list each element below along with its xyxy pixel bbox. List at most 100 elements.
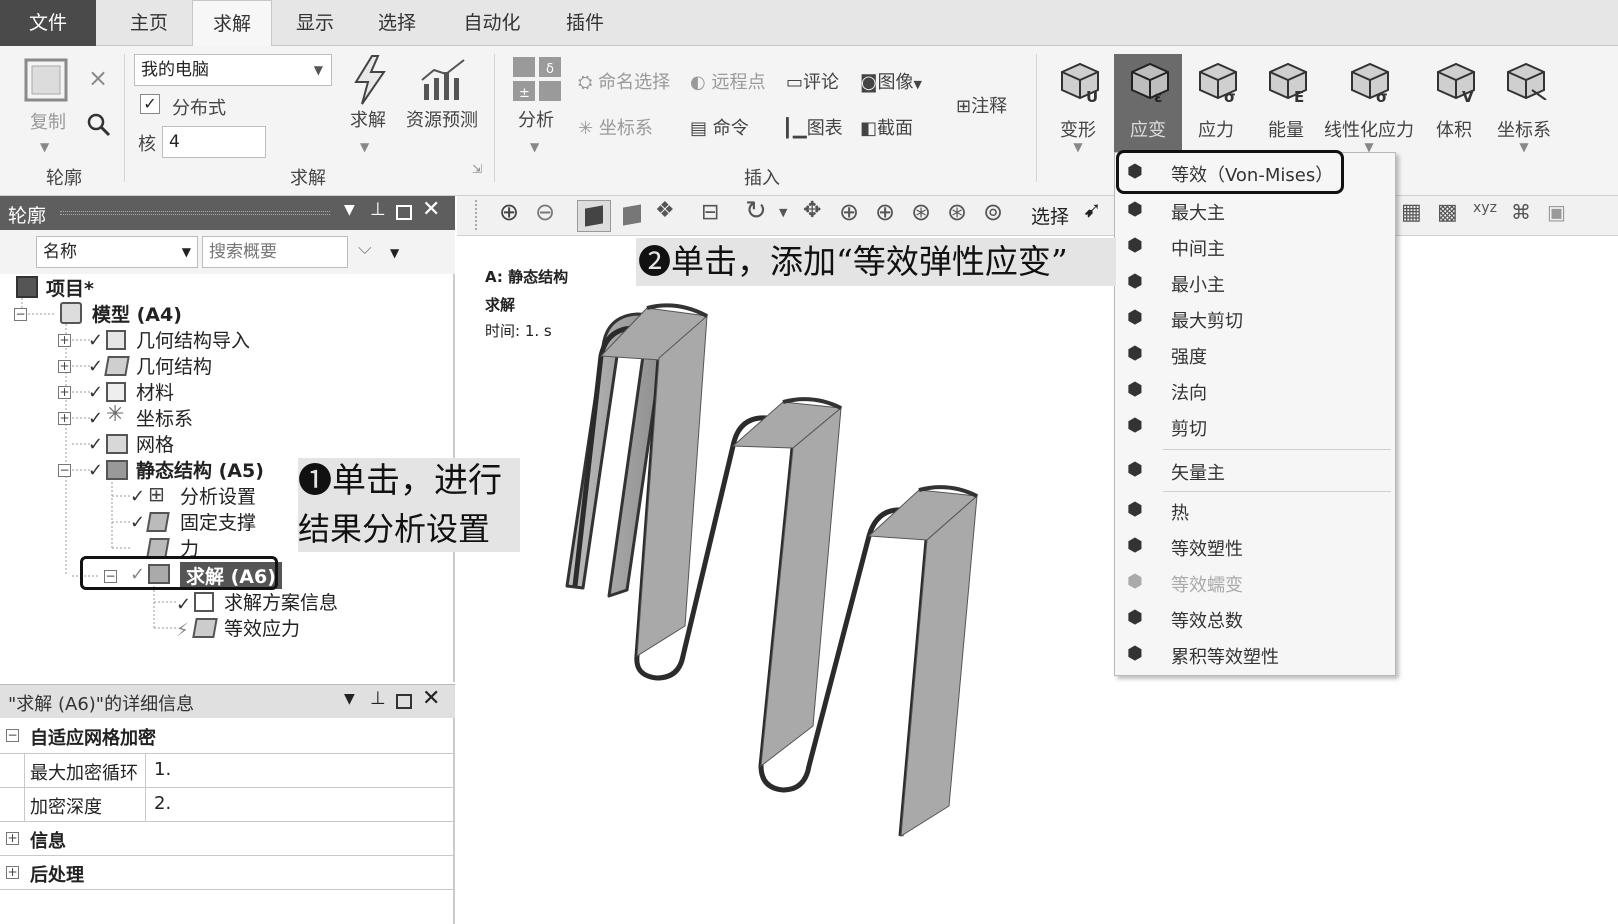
zoom-fit-icon[interactable]: ⊛: [911, 198, 931, 226]
expand-toggle[interactable]: +: [58, 334, 71, 347]
tree-fixed-support[interactable]: 固定支撑: [180, 508, 256, 535]
chevron-down-icon[interactable]: ▼: [344, 691, 355, 707]
expand-toggle[interactable]: +: [6, 866, 19, 879]
menu-item-shear[interactable]: ⬢ 剪切: [1115, 409, 1395, 445]
tab-home[interactable]: 主页: [112, 0, 186, 46]
refine-depth-row[interactable]: 加密深度 2.: [0, 788, 453, 822]
zoom-in-icon[interactable]: ⊕: [499, 198, 519, 226]
tab-automation[interactable]: 自动化: [446, 0, 538, 46]
chart-button[interactable]: ┃▁图表: [782, 114, 843, 140]
tree-static-structural[interactable]: 静态结构 (A5): [136, 456, 264, 483]
zoom-icon[interactable]: ⊕: [839, 198, 859, 226]
hierarchy-icon[interactable]: ⊟: [701, 200, 719, 225]
tree-geometry-import[interactable]: 几何结构导入: [136, 326, 250, 353]
collapse-toggle[interactable]: −: [14, 308, 27, 321]
solve-icon[interactable]: [350, 54, 390, 106]
section-post-row[interactable]: + 后处理: [0, 856, 453, 890]
annotation-button[interactable]: ⊞注释: [956, 92, 1007, 118]
command-button[interactable]: ▤ 命令: [690, 114, 749, 140]
coord-system-button[interactable]: ✳ 坐标系: [578, 114, 653, 140]
resource-predict-label[interactable]: 资源预测: [406, 106, 478, 132]
chevron-down-icon[interactable]: ▼: [40, 140, 49, 154]
maximize-icon[interactable]: [396, 205, 412, 220]
strain-button[interactable]: ε 应变: [1114, 54, 1182, 164]
image-button[interactable]: ◙图像▼: [860, 68, 922, 94]
tab-plugins[interactable]: 插件: [550, 0, 620, 46]
chevron-down-icon[interactable]: ▼: [344, 202, 355, 218]
pin-icon[interactable]: ⊥: [370, 688, 386, 709]
expand-toggle[interactable]: +: [6, 832, 19, 845]
deformation-button[interactable]: U 变形 ▼: [1046, 54, 1110, 164]
section-adaptive-row[interactable]: − 自适应网格加密: [0, 718, 453, 754]
zoom-selection-icon[interactable]: ⊛: [947, 198, 967, 226]
tab-solve[interactable]: 求解: [192, 0, 272, 47]
tab-display[interactable]: 显示: [280, 0, 350, 46]
volume-button[interactable]: V 体积: [1422, 54, 1486, 164]
graphics-viewport[interactable]: A: 静态结构 求解 时间: 1. s: [457, 236, 1618, 924]
section-info-row[interactable]: + 信息: [0, 822, 453, 856]
expand-toggle[interactable]: +: [58, 386, 71, 399]
tree-coord-system[interactable]: 坐标系: [136, 404, 193, 431]
tree-analysis-settings[interactable]: 分析设置: [180, 482, 256, 509]
energy-button[interactable]: E 能量: [1254, 54, 1318, 164]
maximize-icon[interactable]: [396, 694, 412, 709]
search-outline-input[interactable]: [202, 236, 348, 268]
tab-select[interactable]: 选择: [362, 0, 432, 46]
max-refine-row[interactable]: 最大加密循环 1.: [0, 754, 453, 788]
rotate-icon[interactable]: ↻: [745, 196, 767, 226]
linearized-stress-button[interactable]: σ 线性化应力 ▼: [1322, 54, 1416, 164]
analysis-label[interactable]: 分析: [518, 106, 554, 132]
chevron-down-icon[interactable]: ▼: [360, 140, 369, 154]
menu-item-normal[interactable]: ⬢ 法向: [1115, 373, 1395, 409]
menu-item-accum-equiv-plastic[interactable]: ⬢ 累积等效塑性: [1115, 637, 1395, 673]
grid-icon[interactable]: ▩: [1437, 200, 1458, 225]
menu-item-intensity[interactable]: ⬢ 强度: [1115, 337, 1395, 373]
stress-button[interactable]: σ 应力: [1184, 54, 1248, 164]
menu-item-equiv-total[interactable]: ⬢ 等效总数: [1115, 601, 1395, 637]
expand-toggle[interactable]: +: [58, 412, 71, 425]
collapse-toggle[interactable]: −: [58, 464, 71, 477]
body-select-button[interactable]: [577, 200, 611, 232]
expand-toggle[interactable]: +: [58, 360, 71, 373]
expand-chevron-icon[interactable]: ⌵: [358, 238, 372, 259]
dialog-launcher-icon[interactable]: ⇲: [472, 162, 482, 176]
menu-item-vector-principal[interactable]: ⬢ 矢量主: [1115, 453, 1395, 489]
search-icon[interactable]: [86, 112, 112, 138]
tree-model[interactable]: 模型 (A4): [92, 300, 182, 327]
name-filter-select[interactable]: 名称 ▼: [36, 236, 198, 268]
chevron-down-icon[interactable]: ▼: [779, 206, 787, 219]
cursor-icon[interactable]: ➹: [1083, 198, 1101, 223]
menu-item-max-shear[interactable]: ⬢ 最大剪切: [1115, 301, 1395, 337]
tree-solution-info[interactable]: 求解方案信息: [224, 588, 338, 615]
tree-equiv-stress[interactable]: 等效应力: [224, 614, 300, 641]
section-button[interactable]: ◧截面: [860, 114, 913, 140]
multi-cube-icon[interactable]: ❖: [655, 198, 675, 223]
zoom-out-icon[interactable]: ⊖: [535, 198, 555, 226]
select-mode-label[interactable]: 选择: [1031, 202, 1069, 229]
cores-input[interactable]: 4: [162, 126, 266, 158]
tree-mesh[interactable]: 网格: [136, 430, 174, 457]
menu-item-thermal[interactable]: ⬢ 热: [1115, 493, 1395, 529]
max-refine-value[interactable]: 1.: [154, 759, 171, 780]
shaded-cube-icon[interactable]: [623, 204, 641, 226]
collapse-toggle[interactable]: −: [6, 729, 19, 742]
tab-file[interactable]: 文件: [0, 0, 96, 46]
remote-point-button[interactable]: ◐ 远程点: [690, 68, 765, 94]
analysis-icon[interactable]: δ ±: [512, 56, 562, 102]
chevron-down-icon[interactable]: ▼: [390, 246, 399, 260]
pan-icon[interactable]: ✥: [803, 198, 821, 223]
computer-select[interactable]: 我的电脑 ▼: [134, 54, 332, 86]
tree-geometry[interactable]: 几何结构: [136, 352, 212, 379]
close-icon[interactable]: ×: [88, 64, 108, 92]
named-selection-button[interactable]: ⛭ 命名选择: [578, 68, 670, 94]
menu-item-min-principal[interactable]: ⬢ 最小主: [1115, 265, 1395, 301]
table-icon[interactable]: ▦: [1401, 200, 1422, 225]
zoom-box-icon[interactable]: ⊕: [875, 198, 895, 226]
menu-item-max-principal[interactable]: ⬢ 最大主: [1115, 193, 1395, 229]
comment-button[interactable]: ▭评论: [786, 68, 839, 94]
magnifier-icon[interactable]: ⊚: [983, 198, 1003, 226]
close-icon[interactable]: ✕: [422, 197, 440, 222]
resource-predict-icon[interactable]: [420, 58, 468, 102]
tree-project[interactable]: 项目*: [46, 274, 94, 301]
image-view-icon[interactable]: ▣: [1547, 200, 1566, 224]
